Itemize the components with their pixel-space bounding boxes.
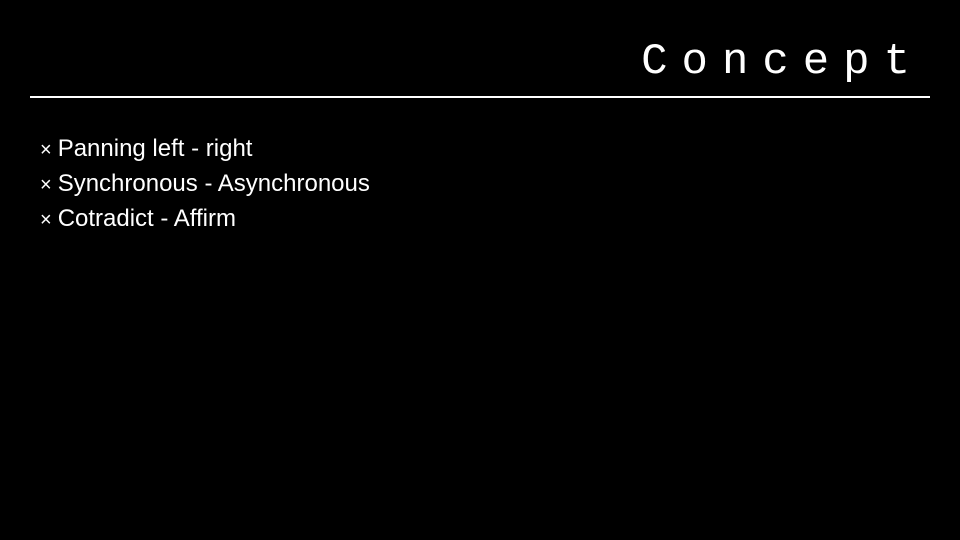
list-item-text: Synchronous - Asynchronous: [58, 167, 370, 202]
slide: Concept × Panning left - right × Synchro…: [0, 0, 960, 540]
cross-icon: ×: [40, 171, 52, 200]
cross-icon: ×: [40, 206, 52, 235]
header-region: Concept: [30, 32, 930, 98]
list-item: × Panning left - right: [40, 132, 920, 167]
cross-icon: ×: [40, 136, 52, 165]
list-item-text: Cotradict - Affirm: [58, 202, 236, 237]
list-item: × Cotradict - Affirm: [40, 202, 920, 237]
bullet-list: × Panning left - right × Synchronous - A…: [40, 132, 920, 236]
slide-title: Concept: [641, 37, 930, 91]
list-item: × Synchronous - Asynchronous: [40, 167, 920, 202]
list-item-text: Panning left - right: [58, 132, 253, 167]
body-region: × Panning left - right × Synchronous - A…: [40, 132, 920, 236]
